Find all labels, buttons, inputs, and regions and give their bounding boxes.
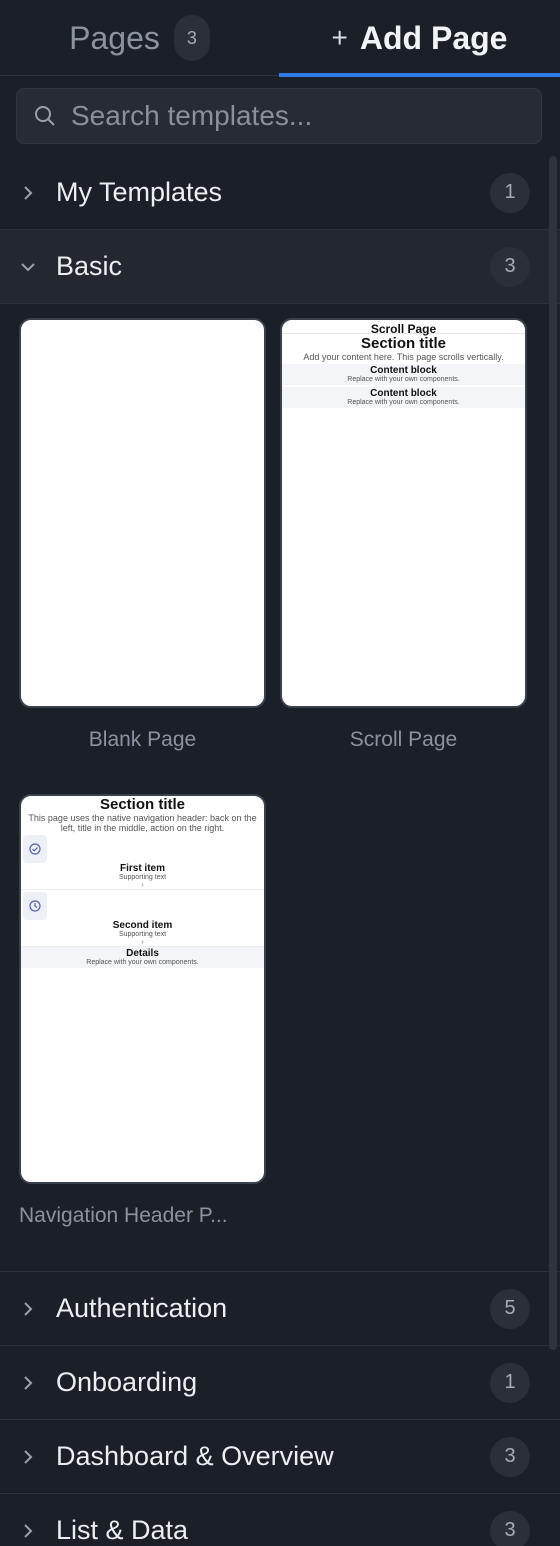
category-label: List & Data: [56, 1515, 189, 1545]
preview-block-title: Details: [126, 948, 159, 959]
tab-bar: Pages 3 + Add Page: [0, 0, 560, 77]
preview-block-subtitle: Replace with your own components.: [86, 959, 199, 966]
template-thumbnail[interactable]: [19, 318, 266, 708]
preview-block-title: Content block: [370, 388, 437, 399]
category-list-data[interactable]: List & Data 3: [0, 1494, 560, 1546]
navigation-header-preview: Section title This page uses the native …: [21, 797, 264, 968]
clock-icon: [23, 892, 47, 920]
category-label: Authentication: [56, 1293, 228, 1323]
chevron-right-icon: [20, 1449, 36, 1465]
preview-details-block: Details Replace with your own components…: [21, 947, 264, 968]
check-circle-icon: [23, 835, 47, 863]
category-count-badge: 3: [490, 1436, 530, 1477]
category-authentication[interactable]: Authentication 5: [0, 1272, 560, 1346]
preview-header: Scroll Page: [282, 320, 525, 336]
chevron-down-icon: [20, 259, 36, 275]
preview-content-block: Content block Replace with your own comp…: [282, 387, 525, 408]
template-thumbnail[interactable]: Section title This page uses the native …: [19, 794, 266, 1184]
category-my-templates[interactable]: My Templates 1: [0, 156, 560, 230]
preview-block-subtitle: Replace with your own components.: [347, 399, 460, 406]
preview-content-block: Content block Replace with your own comp…: [282, 364, 525, 385]
template-label: Blank Page: [88, 728, 197, 751]
tab-add-page-label: Add Page: [359, 19, 508, 56]
tab-pages[interactable]: Pages 3: [0, 0, 279, 76]
basic-templates-grid: Blank Page Scroll Page Section title Add…: [0, 304, 560, 1272]
category-count-badge: 3: [490, 246, 530, 287]
template-label: Scroll Page: [349, 728, 458, 751]
scroll-page-preview: Scroll Page Section title Add your conte…: [282, 320, 525, 408]
template-list[interactable]: My Templates 1 Basic 3 Blank Page Scroll…: [0, 156, 560, 1546]
category-basic[interactable]: Basic 3: [0, 230, 560, 304]
preview-description: This page uses the native navigation hea…: [28, 813, 257, 833]
preview-list-item: Second item Supporting text ›: [21, 890, 264, 947]
scrollbar-thumb[interactable]: [549, 156, 557, 1350]
preview-item-title: Second item: [112, 920, 173, 931]
chevron-right-icon: [20, 1523, 36, 1539]
preview-title: Section title: [360, 335, 446, 352]
preview-item-chevron: ›: [141, 880, 144, 889]
category-onboarding[interactable]: Onboarding 1: [0, 1346, 560, 1420]
chevron-right-icon: [20, 185, 36, 201]
search-box: [16, 88, 542, 144]
chevron-right-icon: [20, 1375, 36, 1391]
category-dashboard-overview[interactable]: Dashboard & Overview 3: [0, 1420, 560, 1494]
tab-add-page[interactable]: + Add Page: [279, 0, 560, 77]
preview-item-chevron: ›: [141, 937, 144, 946]
category-count-badge: 3: [490, 1510, 530, 1546]
template-thumbnail[interactable]: Scroll Page Section title Add your conte…: [280, 318, 527, 708]
chevron-right-icon: [20, 1301, 36, 1317]
preview-block-title: Content block: [370, 365, 437, 376]
category-count-badge: 1: [490, 172, 530, 213]
preview-description: Add your content here. This page scrolls…: [303, 352, 504, 362]
preview-block-subtitle: Replace with your own components.: [347, 376, 460, 383]
category-label: Onboarding: [56, 1367, 198, 1397]
search-input[interactable]: [57, 89, 541, 143]
template-label: Navigation Header P...: [19, 1204, 228, 1227]
preview-item-title: First item: [119, 863, 165, 874]
tab-pages-label: Pages: [69, 19, 160, 56]
category-label: Basic: [56, 251, 123, 281]
preview-list-item: First item Supporting text ›: [21, 833, 264, 890]
category-count-badge: 1: [490, 1362, 530, 1403]
plus-icon: +: [331, 22, 348, 53]
pages-count-badge: 3: [173, 15, 210, 61]
category-count-badge: 5: [490, 1288, 530, 1329]
category-label: My Templates: [56, 177, 223, 207]
preview-title: Section title: [99, 796, 185, 813]
search-icon: [35, 106, 55, 126]
category-label: Dashboard & Overview: [56, 1441, 334, 1471]
